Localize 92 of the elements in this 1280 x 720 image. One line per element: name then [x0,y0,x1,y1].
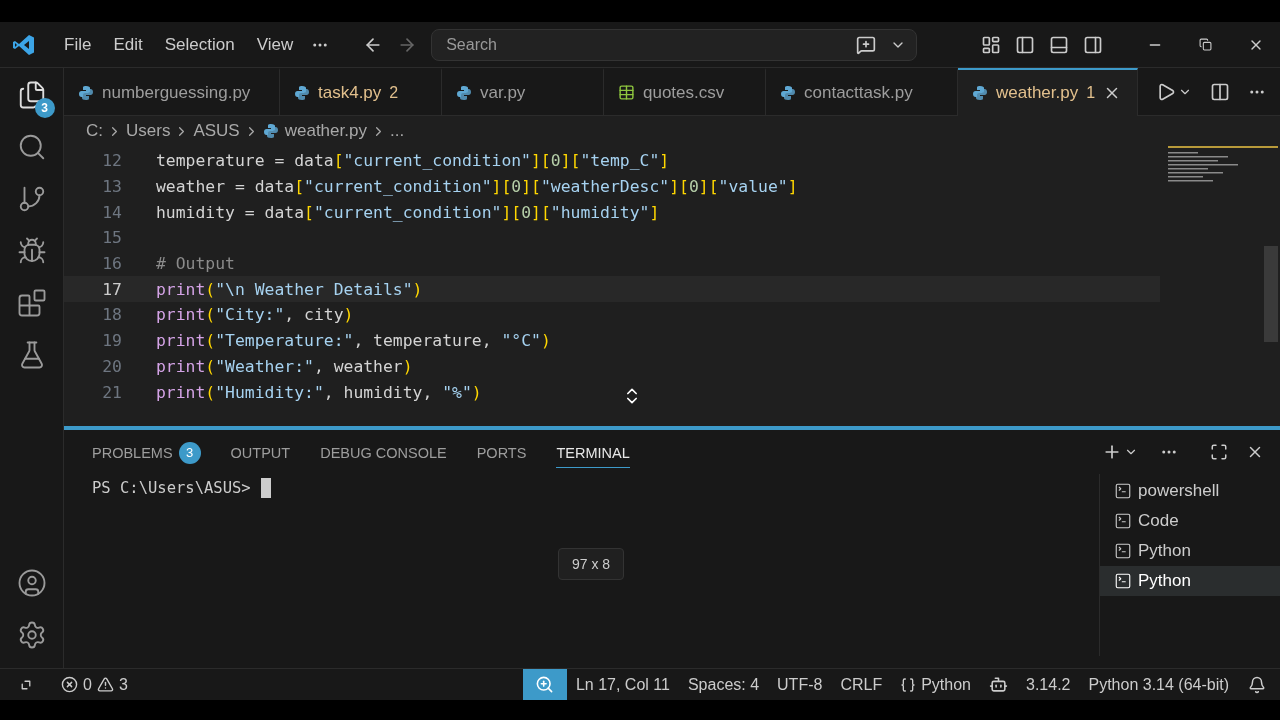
python-icon [78,84,94,101]
code-line: print("Weather:", weather) [156,356,413,376]
terminal-list-item[interactable]: powershell [1100,476,1280,506]
terminal-icon [1114,482,1132,500]
code-line: temperature = data["current_condition"][0]["temp_C"] [156,151,670,171]
menu-item[interactable]: File [56,30,100,59]
terminal-prompt: PS C:\Users\ASUS> [92,479,251,497]
tab-label: quotes.csv [643,82,725,103]
code-line: humidity = data["current_condition"][0]["humidity"] [156,202,660,222]
code-line: weather = data["current_condition"][0]["weatherDesc"][0]["value"] [156,177,798,197]
python-icon [294,84,310,101]
editor-tab[interactable]: quotes.csv [604,68,766,116]
breadcrumb-item[interactable]: C: [86,121,103,141]
count-badge: 3 [178,441,201,464]
cursor-position[interactable]: Ln 17, Col 11 [566,669,679,700]
error-icon [61,676,78,693]
line-number: 15 [101,228,123,248]
split-editor-icon[interactable] [1210,81,1230,102]
size-tooltip: 97 x 8 [558,548,625,580]
interpreter[interactable]: Python 3.14 (64-bit) [1079,669,1238,700]
account-icon[interactable] [16,568,47,598]
tab-label: task4.py [318,82,382,103]
python-icon [456,84,472,101]
menu-item[interactable]: Edit [105,30,151,59]
line-number: 16 [101,254,123,274]
python-icon [262,123,279,139]
editor-tab[interactable]: task4.py 2 [280,68,442,116]
editor-tab[interactable]: weather.py 1 [958,68,1138,116]
breadcrumb-item[interactable]: Users [126,121,171,141]
tab-label: var.py [480,82,526,103]
error-count: 0 [83,675,92,694]
chat-icon[interactable] [856,34,877,55]
line-number: 19 [101,331,123,351]
breadcrumb-item[interactable]: ... [389,121,405,141]
maximize-icon[interactable] [1210,443,1228,461]
editor-tab[interactable]: contacttask.py [766,68,958,116]
problem-count: 1 [1086,84,1096,102]
warning-icon [96,676,114,693]
zoom-button[interactable] [522,669,567,700]
line-number: 13 [101,177,123,197]
line-ending[interactable]: CRLF [831,669,892,700]
terminal-list-item[interactable]: Code [1100,506,1280,536]
terminal-icon [1114,542,1132,560]
app-logo-icon [12,32,36,57]
panel-tab[interactable]: DEBUG CONSOLE [320,436,447,468]
python-icon [780,84,796,101]
terminal-list-item[interactable]: Python [1100,536,1280,566]
count-badge: 3 [34,98,55,118]
encoding[interactable]: UTF-8 [768,669,832,700]
scrollbar-thumb[interactable] [1264,246,1278,342]
braces-icon [900,676,917,693]
language-mode[interactable]: Python [921,675,971,694]
tab-label: numberguessing.py [102,82,251,103]
python-version[interactable]: 3.14.2 [1017,669,1080,700]
search-input[interactable]: Search [444,34,857,55]
line-number: 21 [101,382,123,402]
warning-count: 3 [118,675,128,694]
bug-icon[interactable] [16,236,47,266]
editor-tab[interactable]: var.py [442,68,604,116]
panel-tab[interactable]: PORTS [476,436,527,468]
line-number: 12 [101,151,123,171]
code-line: print("Temperature:", temperature, "°C") [156,331,551,351]
line-number: 18 [101,305,123,325]
run-icon[interactable] [1156,81,1176,102]
code-line: # Output [156,254,235,274]
breadcrumb-item[interactable]: weather.py [284,121,367,141]
menu-item[interactable]: Selection [156,30,243,59]
terminal-list-item[interactable]: Python [1100,566,1280,596]
editor-tab[interactable]: numberguessing.py [64,68,280,116]
line-number: 20 [101,356,123,376]
terminal-icon [1114,512,1132,530]
line-number: 14 [101,202,123,222]
menu-item[interactable]: View [248,30,302,59]
code-line: print("Humidity:", humidity, "%") [156,382,482,402]
python-icon [972,85,988,101]
code-line: print("\n Weather Details") [156,279,423,299]
problem-count: 2 [389,83,399,102]
line-number: 17 [101,279,123,299]
table-icon [618,84,635,101]
terminal-cursor [260,478,271,498]
code-line: print("City:", city) [156,305,354,325]
panel-tab[interactable]: TERMINAL [556,436,630,468]
tab-label: contacttask.py [804,82,913,103]
panel-tab[interactable]: PROBLEMS 3 [92,433,201,471]
tab-label: weather.py [996,83,1079,103]
search-bar[interactable]: Search [431,28,918,61]
indentation[interactable]: Spaces: 4 [678,669,769,700]
zoom-in-icon [535,675,555,694]
breadcrumb-item[interactable]: ASUS [193,121,240,141]
extensions-icon[interactable] [16,288,47,318]
terminal-icon [1114,572,1132,590]
panel-tab[interactable]: OUTPUT [230,436,291,468]
